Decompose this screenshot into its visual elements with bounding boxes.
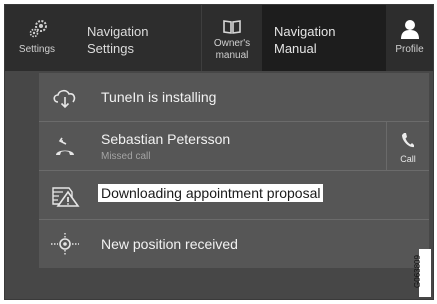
- tab-owners-manual[interactable]: Owner's manual: [202, 5, 262, 71]
- notification-title: TuneIn is installing: [101, 89, 217, 105]
- tab-navigation-settings[interactable]: Navigation Settings: [69, 5, 201, 71]
- phone-icon: [402, 133, 414, 148]
- figure-id-watermark: G063809: [413, 249, 431, 297]
- caller-name: Sebastian Petersson: [101, 131, 231, 147]
- center-display-screen: Settings Navigation Settings Owner's man…: [4, 4, 434, 300]
- notification-title: Downloading appointment proposal: [98, 184, 324, 202]
- call-button[interactable]: Call: [386, 122, 429, 170]
- figure-id-label: G063809: [412, 255, 422, 288]
- missed-call-icon: [56, 137, 74, 155]
- tab-navigation-manual-label: Navigation Manual: [274, 24, 336, 56]
- tab-profile-label: Profile: [395, 44, 424, 55]
- tab-owners-manual-label: Owner's manual: [213, 38, 251, 61]
- notification-title: New position received: [101, 236, 238, 252]
- call-status: Missed call: [101, 151, 151, 162]
- notification-appointment[interactable]: Downloading appointment proposal: [39, 171, 429, 219]
- tab-settings[interactable]: Settings: [5, 5, 69, 71]
- notification-missed-call[interactable]: Sebastian Petersson Missed call Call: [39, 122, 429, 170]
- call-button-label: Call: [400, 154, 416, 164]
- notification-tunein[interactable]: TuneIn is installing: [39, 73, 429, 121]
- tab-navigation-settings-label: Navigation Settings: [87, 24, 149, 56]
- position-icon: [51, 233, 79, 255]
- book-icon: [223, 20, 241, 34]
- tab-navigation-manual[interactable]: Navigation Manual: [262, 5, 386, 71]
- notification-position[interactable]: New position received: [39, 220, 429, 268]
- tab-profile[interactable]: Profile: [386, 5, 433, 71]
- settings-icon: [29, 20, 47, 38]
- top-tab-bar: Settings Navigation Settings Owner's man…: [5, 5, 433, 71]
- profile-icon: [401, 20, 419, 39]
- tab-settings-label: Settings: [18, 44, 56, 55]
- warning-calendar-icon: [52, 187, 80, 207]
- cloud-download-icon: [53, 89, 76, 109]
